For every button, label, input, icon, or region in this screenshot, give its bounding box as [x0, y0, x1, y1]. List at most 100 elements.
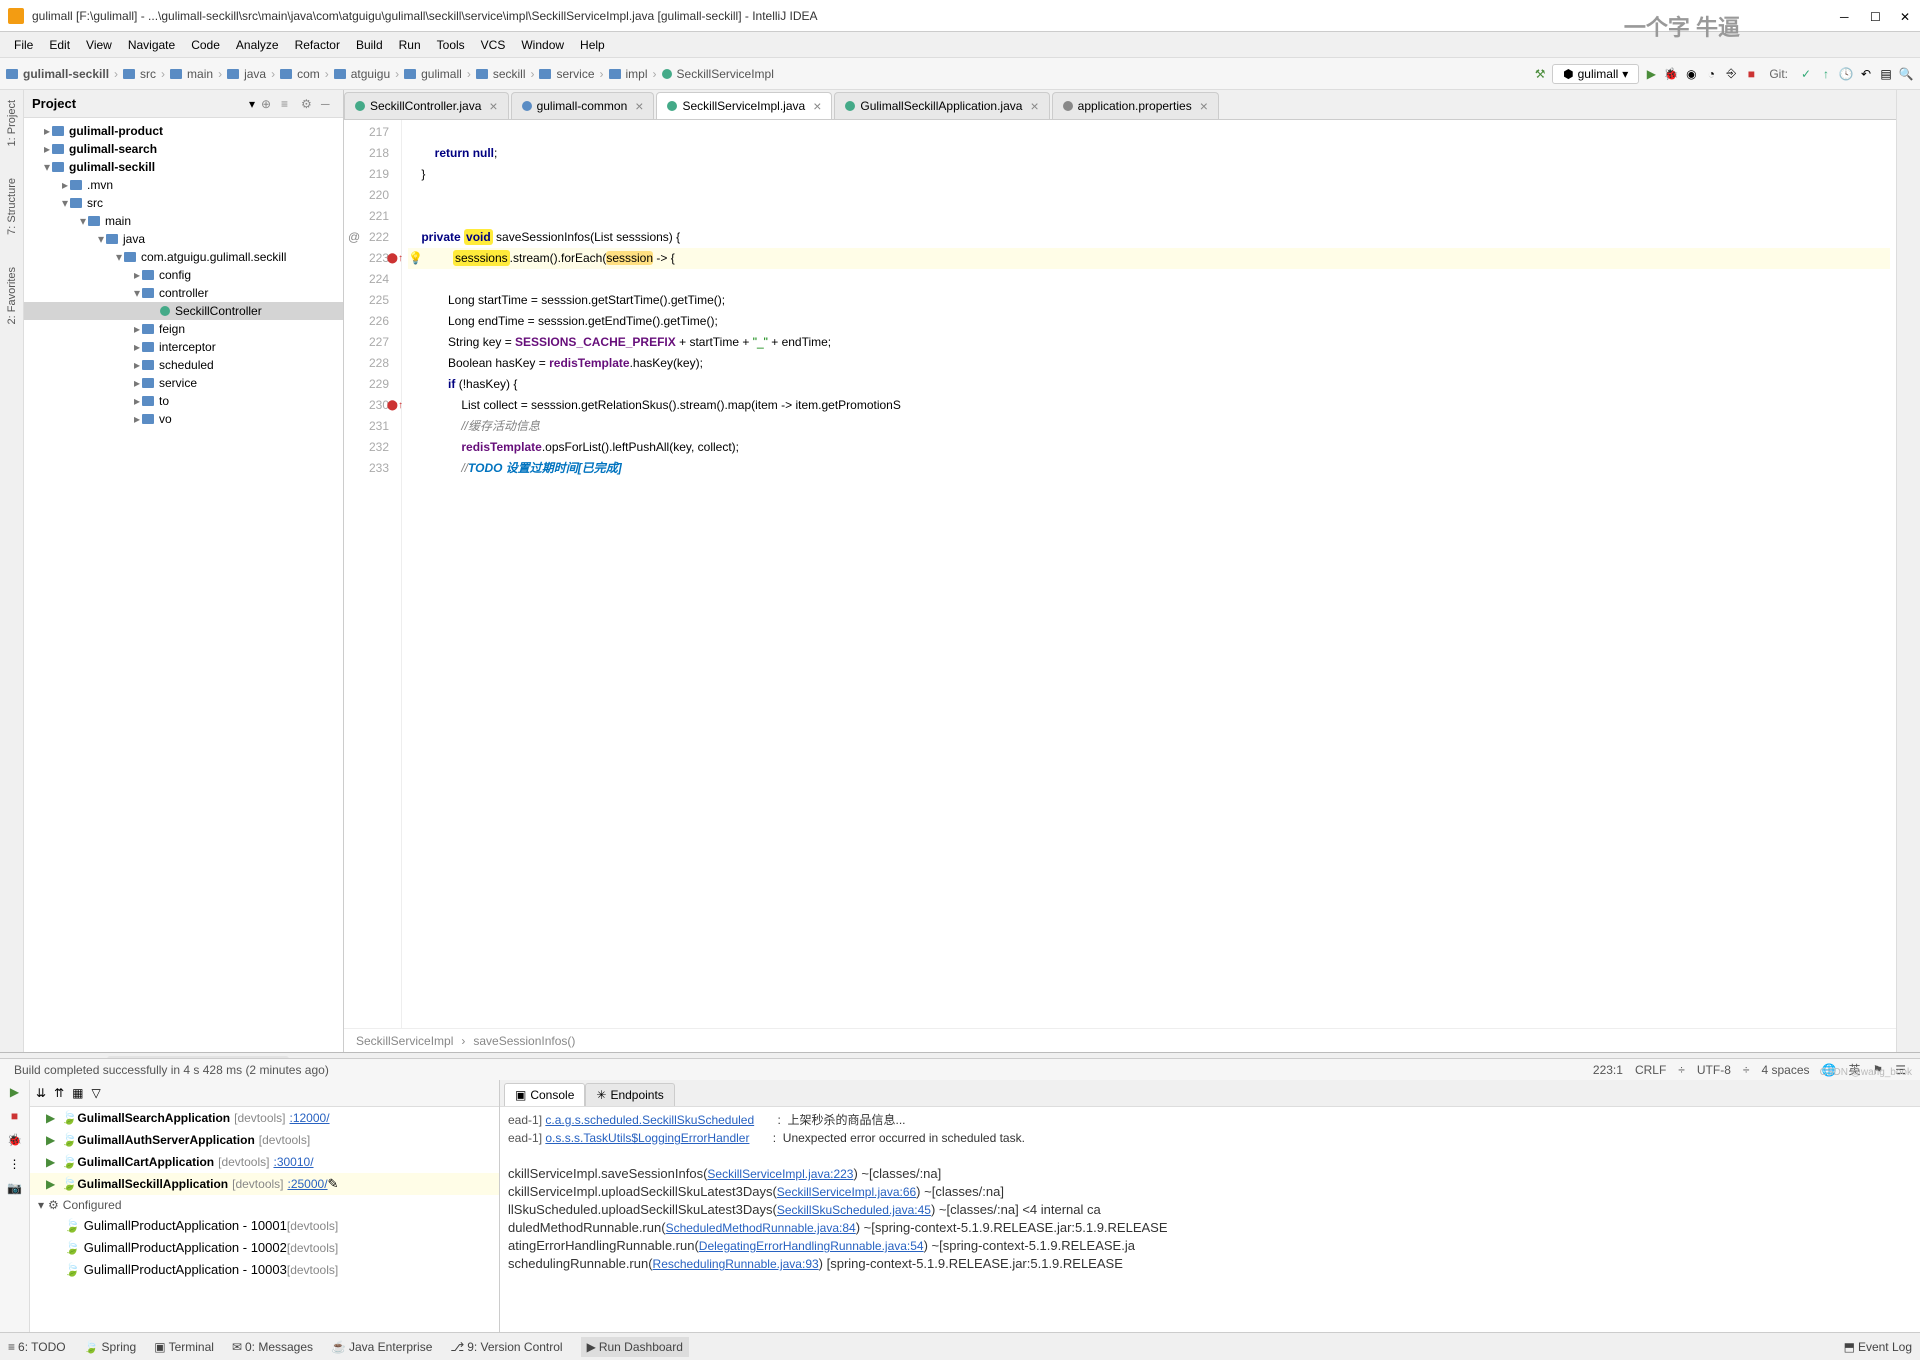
menu-code[interactable]: Code — [183, 35, 228, 55]
todo-tab[interactable]: ≡ 6: TODO — [8, 1340, 66, 1354]
bc-9[interactable]: impl — [626, 67, 648, 81]
tree-node[interactable]: ▾java — [24, 230, 343, 248]
configured-item[interactable]: 🍃 GulimallProductApplication - 10003 [de… — [30, 1259, 499, 1281]
menu-window[interactable]: Window — [513, 35, 572, 55]
stop-button[interactable]: ■ — [1743, 66, 1759, 82]
structure-tool-button[interactable]: 7: Structure — [6, 174, 18, 239]
editor-tab[interactable]: SeckillController.java× — [344, 92, 509, 119]
tree-node[interactable]: ▸to — [24, 392, 343, 410]
rerun-button[interactable]: ▶ — [6, 1083, 24, 1101]
hide-icon[interactable]: ─ — [321, 97, 335, 111]
editor-tab[interactable]: application.properties× — [1052, 92, 1219, 119]
git-commit-button[interactable]: ↑ — [1818, 66, 1834, 82]
rundash-tab[interactable]: ▶ Run Dashboard — [581, 1337, 689, 1357]
search-button[interactable]: 🔍 — [1898, 66, 1914, 82]
close-button[interactable]: ✕ — [1900, 10, 1912, 22]
bc-2[interactable]: main — [187, 67, 213, 81]
menu-navigate[interactable]: Navigate — [120, 35, 183, 55]
indent-settings[interactable]: 4 spaces — [1761, 1063, 1809, 1077]
bc-8[interactable]: service — [556, 67, 594, 81]
rd-collapse-icon[interactable]: ⇈ — [54, 1086, 64, 1100]
rd-more-button[interactable]: ⋮ — [6, 1155, 24, 1173]
caret-position[interactable]: 223:1 — [1593, 1063, 1623, 1077]
coverage-button[interactable]: ◉ — [1683, 66, 1699, 82]
tree-node[interactable]: ▸scheduled — [24, 356, 343, 374]
menu-build[interactable]: Build — [348, 35, 391, 55]
rd-grid-icon[interactable]: ▦ — [72, 1086, 83, 1100]
run-list[interactable]: ▶ 🍃 GulimallSearchApplication [devtools]… — [30, 1107, 499, 1195]
editor-tab[interactable]: gulimall-common× — [511, 92, 655, 119]
tree-node[interactable]: ▸interceptor — [24, 338, 343, 356]
bc-0[interactable]: gulimall-seckill — [23, 67, 109, 81]
configured-header[interactable]: ▾ ⚙ Configured — [30, 1195, 499, 1215]
tree-node[interactable]: ▸feign — [24, 320, 343, 338]
maximize-button[interactable]: ☐ — [1870, 10, 1882, 22]
locate-icon[interactable]: ⊕ — [261, 97, 275, 111]
tree-node[interactable]: ▾gulimall-seckill — [24, 158, 343, 176]
vcs-tab[interactable]: ⎇ 9: Version Control — [450, 1340, 562, 1354]
run-item[interactable]: ▶ 🍃 GulimallAuthServerApplication [devto… — [30, 1129, 499, 1151]
console-output[interactable]: ead-1] c.a.g.s.scheduled.SeckillSkuSched… — [500, 1107, 1920, 1332]
console-tab[interactable]: ▣ Console — [504, 1083, 585, 1106]
tree-node[interactable]: ▸vo — [24, 410, 343, 428]
configured-item[interactable]: 🍃 GulimallProductApplication - 10001 [de… — [30, 1215, 499, 1237]
javaee-tab[interactable]: ☕ Java Enterprise — [331, 1340, 432, 1354]
collapse-icon[interactable]: ≡ — [281, 97, 295, 111]
rd-debug-button[interactable]: 🐞 — [6, 1131, 24, 1149]
tree-node[interactable]: ▾controller — [24, 284, 343, 302]
tree-node[interactable]: ▸.mvn — [24, 176, 343, 194]
menu-file[interactable]: File — [6, 35, 41, 55]
rd-stop-button[interactable]: ■ — [6, 1107, 24, 1125]
spring-tab[interactable]: 🍃 Spring — [84, 1340, 137, 1354]
editor-tab[interactable]: SeckillServiceImpl.java× — [656, 92, 832, 119]
attach-button[interactable]: ⎆ — [1723, 66, 1739, 82]
configured-item[interactable]: 🍃 GulimallProductApplication - 10002 [de… — [30, 1237, 499, 1259]
crumb-method[interactable]: saveSessionInfos() — [473, 1034, 575, 1048]
run-item[interactable]: ▶ 🍃 GulimallSearchApplication [devtools]… — [30, 1107, 499, 1129]
tree-node[interactable]: ▸gulimall-product — [24, 122, 343, 140]
editor-tab[interactable]: GulimallSeckillApplication.java× — [834, 92, 1049, 119]
bc-1[interactable]: src — [140, 67, 156, 81]
code-breadcrumb[interactable]: SeckillServiceImpl › saveSessionInfos() — [344, 1028, 1896, 1052]
profile-button[interactable]: ◔ — [1703, 66, 1719, 82]
build-button[interactable]: ⚒ — [1532, 66, 1548, 82]
messages-tab[interactable]: ✉ 0: Messages — [232, 1340, 313, 1354]
bc-5[interactable]: atguigu — [351, 67, 390, 81]
structure-button[interactable]: ▤ — [1878, 66, 1894, 82]
rd-camera-button[interactable]: 📷 — [6, 1179, 24, 1197]
bc-4[interactable]: com — [297, 67, 320, 81]
tree-node[interactable]: ▾com.atguigu.gulimall.seckill — [24, 248, 343, 266]
tree-node[interactable]: ▸service — [24, 374, 343, 392]
favorites-tool-button[interactable]: 2: Favorites — [6, 263, 18, 328]
breadcrumb-path[interactable]: gulimall-seckill ›src ›main ›java ›com ›… — [6, 67, 774, 81]
run-item[interactable]: ▶ 🍃 GulimallCartApplication [devtools] :… — [30, 1151, 499, 1173]
code-text[interactable]: return null; } private void saveSessionI… — [402, 120, 1896, 1028]
run-item[interactable]: ▶ 🍃 GulimallSeckillApplication [devtools… — [30, 1173, 499, 1195]
bc-10[interactable]: SeckillServiceImpl — [677, 67, 774, 81]
tree-node[interactable]: ▾main — [24, 212, 343, 230]
menu-analyze[interactable]: Analyze — [228, 35, 287, 55]
menu-vcs[interactable]: VCS — [473, 35, 514, 55]
minimize-button[interactable]: ─ — [1840, 10, 1852, 22]
crumb-class[interactable]: SeckillServiceImpl — [356, 1034, 453, 1048]
bc-3[interactable]: java — [244, 67, 266, 81]
project-tree[interactable]: ▸gulimall-product▸gulimall-search▾gulima… — [24, 118, 343, 1052]
event-log-tab[interactable]: ⬒ Event Log — [1844, 1340, 1912, 1354]
debug-button[interactable]: 🐞 — [1663, 66, 1679, 82]
file-encoding[interactable]: UTF-8 — [1697, 1063, 1731, 1077]
run-button[interactable]: ▶ — [1643, 66, 1659, 82]
run-config-selector[interactable]: ⬢ gulimall ▾ — [1552, 64, 1639, 84]
rd-expand-icon[interactable]: ⇊ — [36, 1086, 46, 1100]
git-revert-button[interactable]: ↶ — [1858, 66, 1874, 82]
menu-tools[interactable]: Tools — [429, 35, 473, 55]
line-separator[interactable]: CRLF — [1635, 1063, 1666, 1077]
tree-node[interactable]: ▾src — [24, 194, 343, 212]
bc-6[interactable]: gulimall — [421, 67, 462, 81]
bc-7[interactable]: seckill — [493, 67, 526, 81]
project-tool-button[interactable]: 1: Project — [6, 96, 18, 150]
terminal-tab[interactable]: ▣ Terminal — [154, 1340, 214, 1354]
menu-help[interactable]: Help — [572, 35, 613, 55]
menu-edit[interactable]: Edit — [41, 35, 78, 55]
tree-node[interactable]: ▸config — [24, 266, 343, 284]
git-history-button[interactable]: 🕓 — [1838, 66, 1854, 82]
